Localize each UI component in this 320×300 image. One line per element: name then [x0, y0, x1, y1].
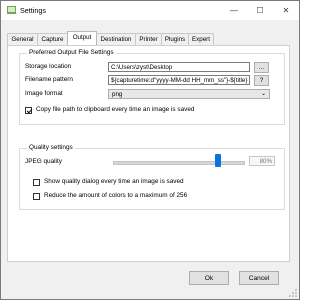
jpeg-quality-value: 80% — [249, 156, 275, 166]
settings-app-icon — [7, 6, 16, 14]
minimize-button[interactable]: — — [221, 1, 247, 20]
title-bar[interactable]: Settings — ☐ ✕ — [1, 1, 299, 20]
reduce-colors-label[interactable]: Reduce the amount of colors to a maximum… — [44, 192, 187, 199]
cancel-button[interactable]: Cancel — [239, 271, 279, 285]
tab-destination[interactable]: Destination — [96, 33, 136, 45]
ok-button[interactable]: Ok — [189, 271, 229, 285]
resize-grip-icon[interactable] — [289, 289, 297, 297]
show-quality-dialog-checkbox[interactable] — [33, 179, 40, 186]
chevron-down-icon: ⌄ — [260, 91, 266, 97]
copy-path-label[interactable]: Copy file path to clipboard every time a… — [36, 106, 194, 113]
image-format-select[interactable]: png ⌄ — [108, 89, 270, 99]
tab-printer[interactable]: Printer — [135, 33, 162, 45]
storage-location-input[interactable]: C:\Users\zyst\Desktop — [108, 62, 250, 72]
filename-pattern-input[interactable]: ${capturetime:d"yyyy-MM-dd HH_mm_ss"}-${… — [108, 75, 250, 85]
show-quality-dialog-label[interactable]: Show quality dialog every time an image … — [44, 178, 184, 185]
jpeg-quality-slider-thumb[interactable] — [215, 154, 221, 167]
filename-pattern-label: Filename pattern — [25, 76, 73, 83]
tab-output[interactable]: Output — [67, 31, 97, 45]
tab-plugins[interactable]: Plugins — [161, 33, 189, 45]
maximize-button[interactable]: ☐ — [247, 1, 273, 20]
jpeg-quality-slider-track[interactable] — [113, 161, 245, 165]
quality-group-title: Quality settings — [27, 144, 75, 151]
output-group-title: Preferred Output File Settings — [27, 49, 116, 56]
image-format-label: Image format — [25, 90, 63, 97]
browse-button[interactable]: ... — [254, 62, 269, 73]
window-title: Settings — [20, 6, 46, 15]
tab-capture[interactable]: Capture — [37, 33, 68, 45]
copy-path-checkbox[interactable] — [25, 107, 32, 114]
reduce-colors-checkbox[interactable] — [33, 193, 40, 200]
pattern-help-button[interactable]: ? — [254, 75, 269, 86]
storage-location-label: Storage location — [25, 63, 72, 70]
jpeg-quality-label: JPEG quality — [25, 158, 62, 165]
tab-general[interactable]: General — [7, 33, 38, 45]
tab-expert[interactable]: Expert — [188, 33, 214, 45]
image-format-value: png — [112, 91, 123, 98]
close-button[interactable]: ✕ — [273, 1, 299, 20]
settings-window: Settings — ☐ ✕ General Capture Output De… — [0, 0, 300, 300]
